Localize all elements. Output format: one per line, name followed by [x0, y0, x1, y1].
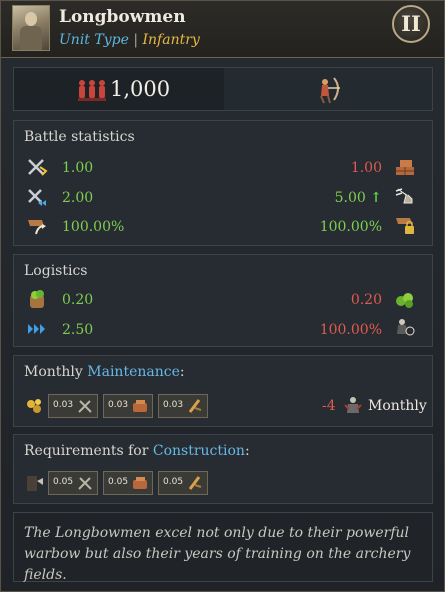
- speed-value: 2.50: [62, 322, 94, 338]
- unit-title: Longbowmen: [59, 7, 186, 27]
- arrow-up-icon: ↑: [370, 190, 382, 206]
- wood-icon: [132, 475, 148, 491]
- unit-type-separator: |: [133, 32, 139, 48]
- gold-icon: [27, 399, 41, 413]
- archer-icon: [320, 77, 340, 104]
- men-count: 1,000: [110, 77, 171, 101]
- charge-attack-value: 2.00: [62, 190, 94, 206]
- food-icon: [30, 290, 44, 308]
- unit-portrait: [12, 5, 50, 51]
- maintenance-period: Monthly: [368, 398, 427, 414]
- section-title: Monthly Maintenance:: [24, 364, 185, 380]
- unit-tooltip: Longbowmen Unit Type | Infantry II 1,000: [0, 0, 445, 592]
- reinforce-value: 100.00%: [319, 322, 382, 338]
- supply-icon: [396, 293, 413, 308]
- tooltip-header: Longbowmen Unit Type | Infantry II: [1, 1, 444, 58]
- section-title: Battle statistics: [24, 129, 135, 145]
- requirement-weapons-chip[interactable]: 0.05: [158, 471, 208, 495]
- reinforce-icon: [397, 319, 415, 336]
- movement-icon: [395, 188, 413, 204]
- siege-icon: [396, 218, 414, 234]
- speed-icon: [28, 324, 45, 334]
- melee-attack-value: 1.00: [62, 160, 94, 176]
- maintenance-weapons-chip[interactable]: 0.03: [158, 394, 208, 418]
- tools-icon: [77, 398, 93, 414]
- unit-type-label: Unit Type: [59, 32, 129, 48]
- section-title: Requirements for Construction:: [24, 443, 250, 459]
- maintenance-tools-chip[interactable]: 0.03: [48, 394, 98, 418]
- food-consumption-value: 0.20: [62, 292, 94, 308]
- recruit-icon: [27, 476, 43, 491]
- tier-badge: II: [392, 5, 430, 43]
- melee-attack-icon: [28, 159, 48, 176]
- unit-description: The Longbowmen excel not only due to the…: [13, 512, 433, 583]
- section-title: Logistics: [24, 263, 88, 279]
- manpower-change: -4: [322, 398, 336, 414]
- defense-icon: [396, 160, 414, 175]
- unit-type: Unit Type | Infantry: [59, 32, 200, 48]
- unit-summary: 1,000: [13, 67, 433, 111]
- weapons-icon: [187, 398, 203, 414]
- manpower-icon: [344, 397, 362, 413]
- maintenance-panel: Monthly Maintenance: 0.03 0.03 0.03 -4 M…: [13, 355, 433, 427]
- logistics-panel: Logistics 0.20 0.20 2.50 100.00%: [13, 254, 433, 347]
- morale-icon: [28, 220, 46, 235]
- morale-value: 100.00%: [62, 219, 125, 235]
- maintenance-wood-chip[interactable]: 0.03: [103, 394, 153, 418]
- weapons-icon: [187, 475, 203, 491]
- charge-attack-icon: [28, 189, 46, 206]
- supply-value: 0.20: [350, 292, 382, 308]
- movement-value: 5.00 ↑: [334, 190, 382, 206]
- siege-value: 100.00%: [319, 219, 382, 235]
- battle-statistics-panel: Battle statistics 1.00 1.00 2.00 5.00 ↑: [13, 120, 433, 246]
- defense-value: 1.00: [350, 160, 382, 176]
- tools-icon: [77, 475, 93, 491]
- requirements-panel: Requirements for Construction: 0.05 0.05…: [13, 434, 433, 504]
- unit-type-value: Infantry: [142, 32, 200, 48]
- requirement-tools-chip[interactable]: 0.05: [48, 471, 98, 495]
- requirement-wood-chip[interactable]: 0.05: [103, 471, 153, 495]
- wood-icon: [132, 398, 148, 414]
- soldiers-icon: [78, 80, 106, 101]
